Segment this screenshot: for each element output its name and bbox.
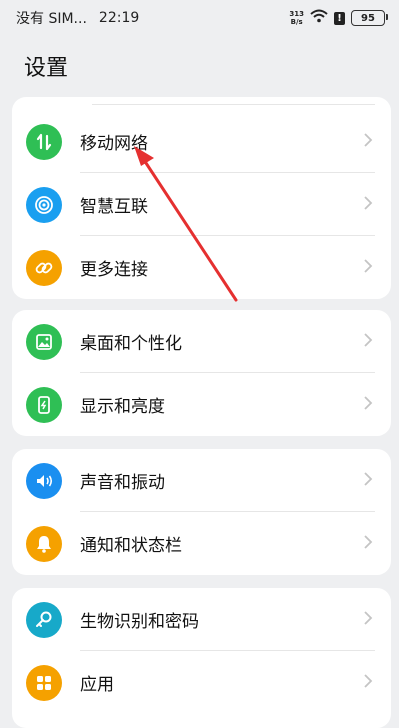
- settings-item-sound-vibration[interactable]: 声音和振动: [12, 449, 391, 512]
- image-icon: [26, 323, 62, 360]
- settings-item-apps[interactable]: 应用: [12, 651, 391, 714]
- chevron-right-icon: [363, 395, 373, 415]
- settings-item-label: 更多连接: [80, 260, 148, 280]
- alert-icon: !: [334, 11, 345, 25]
- settings-item-label: 桌面和个性化: [80, 334, 182, 354]
- settings-item-label: 声音和振动: [80, 473, 165, 493]
- settings-group-security-apps: 生物识别和密码 应用: [12, 588, 391, 728]
- settings-group-sound-notifications: 声音和振动 通知和状态栏: [12, 449, 391, 575]
- link-icon: [26, 249, 62, 286]
- battery-indicator: 95: [351, 10, 388, 26]
- clock-time: 22:19: [98, 10, 140, 26]
- settings-item-notifications-status-bar[interactable]: 通知和状态栏: [12, 512, 391, 575]
- page-title: 设置: [24, 56, 69, 81]
- network-speed-unit: B/s: [290, 18, 303, 26]
- chevron-right-icon: [363, 195, 373, 215]
- speaker-icon: [26, 462, 62, 499]
- settings-item-home-screen-personalization[interactable]: 桌面和个性化: [12, 310, 391, 373]
- settings-item-smart-connect[interactable]: 智慧互联: [12, 173, 391, 236]
- carrier-text: 没有 SIM...: [16, 11, 87, 27]
- chevron-right-icon: [363, 610, 373, 630]
- settings-item-label: 显示和亮度: [80, 397, 165, 417]
- network-speed-value: 313: [289, 10, 304, 18]
- settings-item-label: 应用: [80, 675, 114, 695]
- settings-group-display: 桌面和个性化 显示和亮度: [12, 310, 391, 436]
- settings-item-more-connections[interactable]: 更多连接: [12, 236, 391, 299]
- chevron-right-icon: [363, 132, 373, 152]
- settings-item-display-brightness[interactable]: 显示和亮度: [12, 373, 391, 436]
- chevron-right-icon: [363, 258, 373, 278]
- settings-item-label: 智慧互联: [80, 197, 148, 217]
- status-bar: 没有 SIM... 22:19 313 B/s ! 95: [0, 0, 399, 36]
- mobile-data-icon: [26, 123, 62, 160]
- settings-item-label: 生物识别和密码: [80, 612, 199, 632]
- settings-group-connectivity: 移动网络 智慧互联 更多连接: [12, 97, 391, 299]
- chevron-right-icon: [363, 673, 373, 693]
- smart-connect-icon: [26, 186, 62, 223]
- network-speed-indicator: 313 B/s: [289, 10, 304, 26]
- wifi-icon: [310, 9, 328, 27]
- bell-icon: [26, 525, 62, 562]
- divider: [92, 104, 375, 105]
- settings-item-label: 通知和状态栏: [80, 536, 182, 556]
- display-icon: [26, 386, 62, 423]
- chevron-right-icon: [363, 471, 373, 491]
- chevron-right-icon: [363, 534, 373, 554]
- key-icon: [26, 601, 62, 638]
- chevron-right-icon: [363, 332, 373, 352]
- settings-item-mobile-network[interactable]: 移动网络: [12, 110, 391, 173]
- settings-item-biometrics-password[interactable]: 生物识别和密码: [12, 588, 391, 651]
- settings-item-label: 移动网络: [80, 134, 148, 154]
- apps-grid-icon: [26, 664, 62, 701]
